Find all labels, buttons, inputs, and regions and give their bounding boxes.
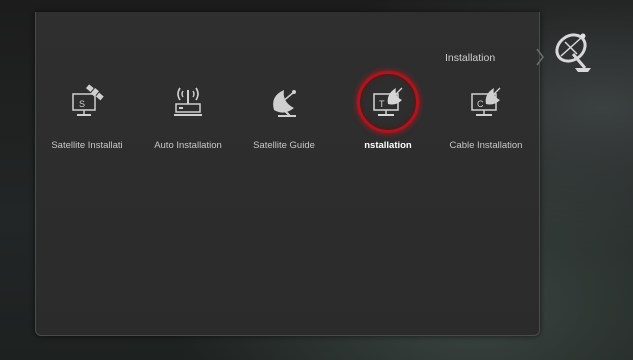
satellite-dish-icon: [555, 33, 591, 72]
dish-icon: [273, 90, 296, 117]
menu-badge: T: [379, 99, 385, 109]
antenna-tower-icon: [174, 87, 202, 116]
menu-item-label: Satellite Installati: [51, 140, 123, 151]
menu-item-label: Cable Installation: [449, 140, 523, 151]
menu-item-label: Auto Installation: [154, 140, 222, 151]
terrestrial-tv-icon: T: [373, 87, 403, 116]
breadcrumb-chevron-icon: [536, 48, 544, 66]
menu-badge: C: [477, 99, 484, 109]
menu-item-label: nstallation: [364, 140, 412, 151]
menu-item-cable-installation[interactable]: C Cable Installation: [441, 82, 531, 162]
page-title: Installation: [445, 52, 496, 64]
menu-badge: S: [79, 99, 85, 109]
menu-item-auto-installation[interactable]: Auto Installation: [143, 82, 233, 162]
menu-item-label: Satellite Guide: [253, 140, 315, 151]
menu-item-satellite-installation[interactable]: S Satellite Installati: [42, 82, 132, 162]
menu-item-satellite-guide[interactable]: Satellite Guide: [239, 82, 329, 162]
satellite-tv-icon: S: [72, 84, 104, 116]
menu-item-terrestrial-installation[interactable]: T nstallation: [343, 82, 433, 162]
cable-tv-icon: C: [471, 87, 501, 116]
